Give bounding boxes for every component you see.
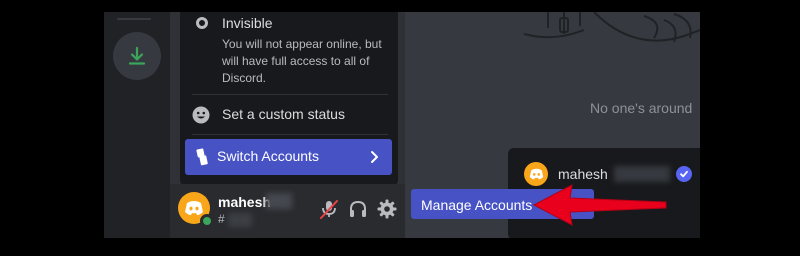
download-apps-button[interactable] <box>113 32 161 80</box>
set-custom-status-option[interactable]: Set a custom status <box>186 100 392 130</box>
empty-state-illustration <box>524 12 700 43</box>
headphones-icon[interactable] <box>347 198 369 220</box>
user-discriminator: # <box>218 212 225 226</box>
switch-accounts-button[interactable]: Switch Accounts <box>185 139 392 175</box>
switch-accounts-icon <box>196 148 208 166</box>
status-invisible-option[interactable]: Invisible You will not appear online, bu… <box>186 12 392 92</box>
emoji-icon <box>192 106 210 124</box>
switch-accounts-label: Switch Accounts <box>217 148 319 164</box>
menu-divider <box>192 94 388 95</box>
username-redaction <box>266 193 292 209</box>
menu-divider <box>192 134 388 135</box>
invisible-status-icon <box>196 17 208 29</box>
mute-icon[interactable] <box>318 198 340 220</box>
status-popout: Invisible You will not appear online, bu… <box>180 12 398 186</box>
check-icon <box>676 166 692 182</box>
set-custom-status-label: Set a custom status <box>222 106 345 122</box>
status-invisible-description: You will not appear online, but will hav… <box>222 37 382 85</box>
user-panel: mahesh # <box>170 184 405 238</box>
server-rail <box>104 12 170 238</box>
online-status-indicator <box>200 214 214 228</box>
discord-logo-icon <box>185 201 203 216</box>
rail-divider <box>117 18 151 20</box>
discriminator-redaction <box>228 213 252 227</box>
username: mahesh <box>218 194 271 210</box>
gear-icon[interactable] <box>376 198 398 220</box>
manage-accounts-label: Manage Accounts <box>421 197 533 213</box>
status-invisible-title: Invisible <box>222 15 273 31</box>
download-icon <box>128 46 146 65</box>
empty-state-text: No one's around <box>590 100 693 116</box>
arrow-annotation <box>532 184 667 226</box>
chevron-right-icon <box>371 151 378 163</box>
discord-logo-icon <box>529 168 543 180</box>
